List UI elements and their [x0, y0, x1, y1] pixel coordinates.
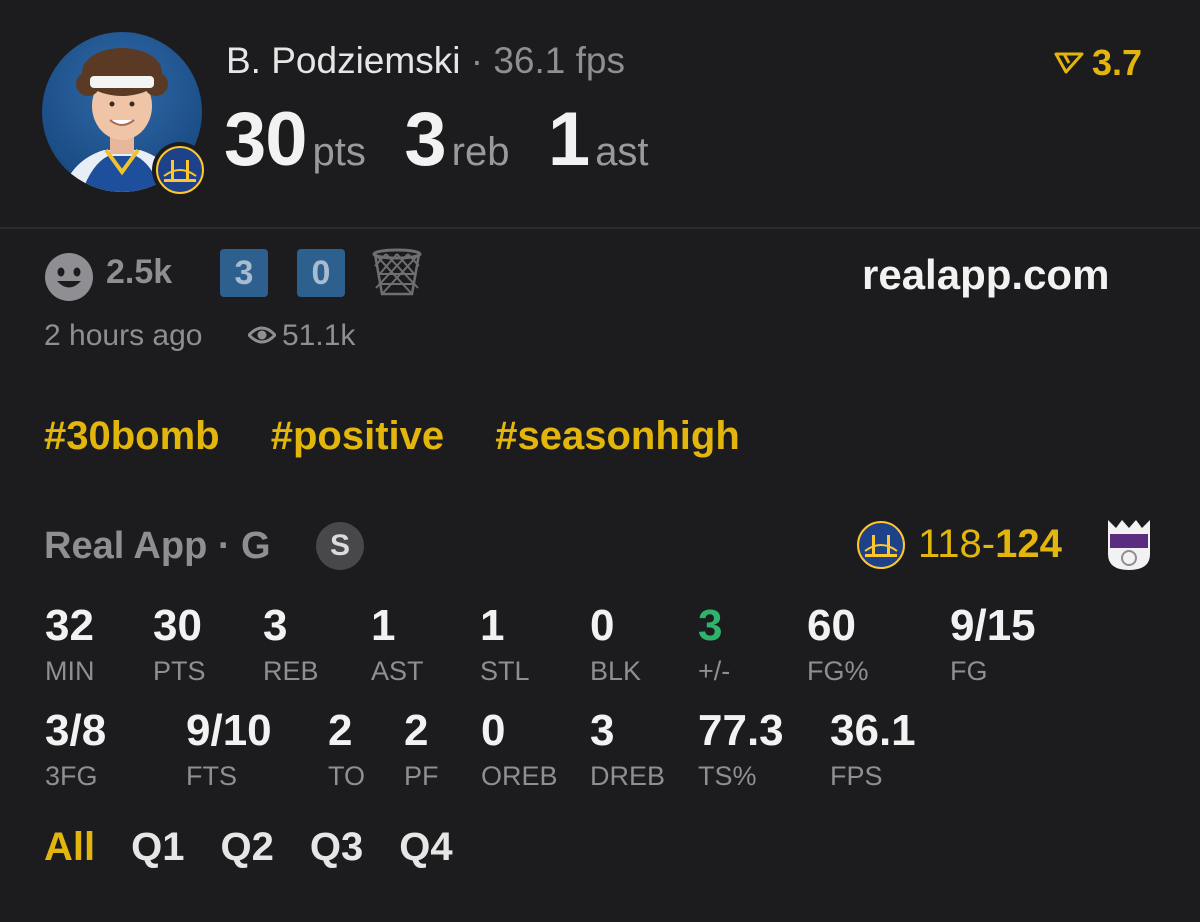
stat-label: PTS — [153, 656, 206, 686]
stat-value: 9/10 — [186, 706, 272, 755]
site-link[interactable]: realapp.com — [862, 251, 1109, 299]
stat-label: OREB — [481, 761, 558, 791]
stat-value: 1 — [371, 601, 396, 650]
stat-label: FPS — [830, 761, 883, 791]
rebounds-value: 3 — [404, 97, 446, 182]
stat-plus-minus: 3 +/- — [698, 604, 730, 685]
posted-time: 2 hours ago — [44, 319, 203, 352]
reaction-box-3[interactable]: 3 — [220, 249, 268, 297]
stat-label: BLK — [590, 656, 642, 686]
tab-q3[interactable]: Q3 — [310, 825, 363, 870]
rating-badge[interactable]: 3.7 — [1054, 42, 1142, 84]
hashtag-list: #30bomb #positive #seasonhigh — [44, 414, 780, 459]
s-badge[interactable]: S — [316, 522, 364, 570]
stat-reb: 3 REB — [263, 604, 319, 685]
warriors-logo-badge — [152, 142, 208, 198]
score-separator: - — [981, 522, 996, 566]
stat-stl: 1 STL — [480, 604, 530, 685]
stat-pts: 30 PTS — [153, 604, 206, 685]
stat-value: 3 — [698, 601, 723, 650]
stat-fts: 9/10 FTS — [186, 709, 272, 790]
stat-value: 3 — [263, 601, 288, 650]
stat-fg-pct: 60 FG% — [807, 604, 869, 685]
player-name-line[interactable]: B. Podziemski · 36.1 fps — [226, 40, 625, 82]
stat-value: 1 — [480, 601, 505, 650]
stat-value: 0 — [481, 706, 506, 755]
stat-value: 32 — [45, 601, 94, 650]
home-score: 118 — [918, 522, 982, 566]
hashtag[interactable]: #seasonhigh — [495, 414, 740, 458]
rebounds-unit: reb — [451, 130, 510, 174]
away-score: 124 — [995, 522, 1062, 566]
stat-3fg: 3/8 3FG — [45, 709, 106, 790]
stat-oreb: 0 OREB — [481, 709, 558, 790]
game-label: Real App · G — [44, 525, 271, 567]
stat-blk: 0 BLK — [590, 604, 641, 685]
stat-label: AST — [371, 656, 424, 686]
reaction-box-0[interactable]: 0 — [297, 249, 345, 297]
stat-dreb: 3 DREB — [590, 709, 665, 790]
rating-value: 3.7 — [1092, 42, 1143, 83]
stat-value: 3/8 — [45, 706, 107, 755]
stat-fg: 9/15 FG — [950, 604, 1036, 685]
view-count: 51.1k — [282, 319, 356, 352]
stat-label: REB — [263, 656, 319, 686]
tab-q1[interactable]: Q1 — [131, 825, 184, 870]
game-score[interactable]: 118-124 — [918, 522, 1062, 567]
stat-label: FTS — [186, 761, 237, 791]
stat-label: PF — [404, 761, 439, 791]
hashtag[interactable]: #30bomb — [44, 414, 220, 458]
assists-unit: ast — [595, 130, 649, 174]
reaction-count: 2.5k — [106, 253, 173, 291]
stat-value: 77.3 — [698, 706, 784, 755]
stat-label: 3FG — [45, 761, 98, 791]
stat-ast: 1 AST — [371, 604, 424, 685]
smiley-reaction-icon[interactable] — [44, 252, 94, 302]
stat-pf: 2 PF — [404, 709, 439, 790]
stat-min: 32 MIN — [45, 604, 95, 685]
stat-to: 2 TO — [328, 709, 365, 790]
tab-q4[interactable]: Q4 — [399, 825, 452, 870]
quarter-tabs: All Q1 Q2 Q3 Q4 — [44, 825, 489, 870]
stat-fps: 36.1 FPS — [830, 709, 916, 790]
stat-value: 2 — [328, 706, 353, 755]
stat-value: 2 — [404, 706, 429, 755]
stat-value: 36.1 — [830, 706, 916, 755]
headline-stats: 30 pts 3 reb 1 ast — [224, 96, 683, 183]
warriors-logo-icon — [857, 521, 905, 569]
header-divider — [0, 227, 1200, 229]
player-name[interactable]: B. Podziemski — [226, 40, 460, 81]
stat-value: 9/15 — [950, 601, 1036, 650]
separator-dot: · — [470, 40, 484, 81]
points-value: 30 — [224, 97, 308, 182]
hashtag[interactable]: #positive — [271, 414, 444, 458]
stat-value: 3 — [590, 706, 615, 755]
basketball-net-icon[interactable] — [372, 248, 422, 298]
points-unit: pts — [312, 130, 366, 174]
eye-views-icon — [248, 326, 276, 344]
stat-label: TO — [328, 761, 366, 791]
stat-label: FG — [950, 656, 988, 686]
stat-label: +/- — [698, 656, 731, 686]
stat-label: STL — [480, 656, 530, 686]
stat-label: TS% — [698, 761, 757, 791]
kings-logo-icon — [1108, 520, 1150, 570]
stat-ts-pct: 77.3 TS% — [698, 709, 784, 790]
stat-label: DREB — [590, 761, 666, 791]
rating-arrow-icon — [1054, 52, 1084, 74]
stat-value: 60 — [807, 601, 856, 650]
tab-q2[interactable]: Q2 — [220, 825, 273, 870]
stat-value: 0 — [590, 601, 615, 650]
player-fps: 36.1 fps — [493, 40, 625, 81]
warriors-logo-icon — [156, 146, 204, 194]
stat-label: FG% — [807, 656, 869, 686]
assists-value: 1 — [547, 97, 590, 182]
tab-all[interactable]: All — [44, 825, 95, 870]
stat-value: 30 — [153, 601, 202, 650]
stat-label: MIN — [45, 656, 95, 686]
